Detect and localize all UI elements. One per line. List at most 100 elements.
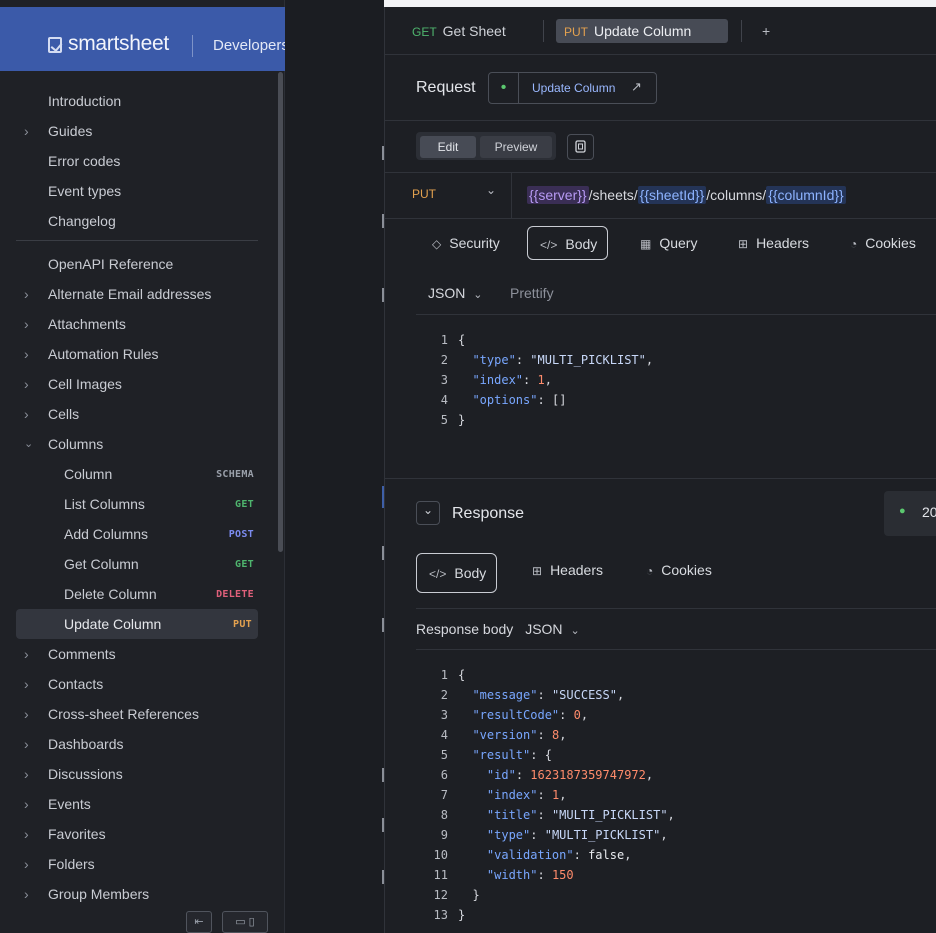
chevron-right-icon: › bbox=[24, 316, 29, 332]
sidebar-item[interactable]: › Comments bbox=[0, 639, 280, 669]
tab-get-sheet[interactable]: GET Get Sheet bbox=[404, 19, 514, 43]
chevron-right-icon: › bbox=[24, 706, 29, 722]
sidebar-item[interactable]: › Attachments bbox=[0, 309, 280, 339]
sidebar-item[interactable]: › Cells bbox=[0, 399, 280, 429]
tab-divider bbox=[543, 20, 544, 42]
brand-name[interactable]: smartsheet bbox=[68, 32, 169, 56]
divider bbox=[416, 314, 936, 315]
method-select[interactable]: PUT ⌄ bbox=[384, 173, 512, 218]
subtab-headers[interactable]: ⊞ Headers bbox=[726, 226, 819, 260]
prettify-button[interactable]: Prettify bbox=[510, 285, 554, 301]
sidebar-item[interactable]: Error codes bbox=[0, 146, 280, 176]
chevron-right-icon: › bbox=[24, 286, 29, 302]
subtab-security[interactable]: ◇ Security bbox=[420, 226, 510, 260]
divider bbox=[416, 608, 936, 609]
code-line: 8 "title": "MULTI_PICKLIST", bbox=[420, 805, 675, 825]
format-select[interactable]: JSON ⌄ bbox=[428, 285, 482, 301]
body-icon: </> bbox=[429, 567, 447, 581]
subtab-label: Headers bbox=[550, 562, 603, 578]
sidebar-item[interactable]: Delete Column DELETE bbox=[0, 579, 280, 609]
sidebar-item[interactable]: › Automation Rules bbox=[0, 339, 280, 369]
sidebar-item-label: Group Members bbox=[48, 886, 150, 902]
code-line: 3 "resultCode": 0, bbox=[420, 705, 675, 725]
code-line: 5} bbox=[420, 410, 653, 430]
sidebar-item[interactable]: ⌄ Columns bbox=[0, 429, 280, 459]
line-number: 3 bbox=[440, 373, 448, 387]
code-text: "width": 150 bbox=[486, 868, 574, 882]
sidebar-item-label: Update Column bbox=[64, 616, 162, 632]
subtab-body[interactable]: </> Body bbox=[527, 226, 609, 260]
preview-button[interactable]: Preview bbox=[480, 136, 552, 158]
tab-update-column[interactable]: PUT Update Column bbox=[556, 19, 728, 43]
response-format-select[interactable]: JSON ⌄ bbox=[525, 621, 580, 637]
code-line: 1{ bbox=[420, 665, 675, 685]
add-tab-button[interactable]: + bbox=[754, 19, 778, 43]
subtab-body[interactable]: </> Body bbox=[416, 553, 498, 593]
sidebar-item[interactable]: Column SCHEMA bbox=[0, 459, 280, 489]
format-label: JSON bbox=[525, 621, 563, 637]
code-text: } bbox=[472, 888, 480, 902]
request-link-pill[interactable]: • Update Column ↗ bbox=[488, 72, 657, 104]
chevron-right-icon: › bbox=[24, 676, 29, 692]
external-link-icon: ↗ bbox=[631, 79, 642, 94]
subtab-cookies[interactable]: ◔ Cookies bbox=[838, 226, 926, 260]
sidebar-item[interactable]: › Contacts bbox=[0, 669, 280, 699]
subtab-cookies[interactable]: ◔ Cookies bbox=[634, 553, 722, 587]
sidebar-item[interactable]: › Discussions bbox=[0, 759, 280, 789]
subtab-headers[interactable]: ⊞ Headers bbox=[520, 553, 613, 587]
sidebar-item[interactable]: List Columns GET bbox=[0, 489, 280, 519]
sidebar-item[interactable]: Changelog bbox=[0, 206, 280, 236]
sidebar-item[interactable]: › Alternate Email addresses bbox=[0, 279, 280, 309]
code-text: "version": 8, bbox=[472, 728, 567, 742]
sidebar-item-label: OpenAPI Reference bbox=[48, 256, 174, 272]
code-text: "resultCode": 0, bbox=[472, 708, 589, 722]
sidebar-item[interactable]: › Events bbox=[0, 789, 280, 819]
sidebar-item-label: Introduction bbox=[48, 93, 122, 109]
sidebar-item[interactable]: › Favorites bbox=[0, 819, 280, 849]
chevron-down-icon: ⌄ bbox=[486, 183, 497, 197]
line-number: 13 bbox=[433, 908, 448, 922]
edit-button[interactable]: Edit bbox=[420, 136, 476, 158]
line-number: 9 bbox=[440, 828, 448, 842]
divider bbox=[416, 649, 936, 650]
smartsheet-logo-icon bbox=[48, 37, 62, 53]
sidebar-item[interactable]: › Group Members bbox=[0, 879, 280, 909]
sidebar-item[interactable]: Update Column PUT bbox=[16, 609, 258, 639]
sidebar-item[interactable]: › Cell Images bbox=[0, 369, 280, 399]
sidebar-item-label: Get Column bbox=[64, 556, 139, 572]
sidebar-item[interactable]: Event types bbox=[0, 176, 280, 206]
layout-toggle-button[interactable]: ▭ ▯ bbox=[222, 911, 268, 933]
sidebar-item-label: Cell Images bbox=[48, 376, 122, 392]
code-line: 7 "index": 1, bbox=[420, 785, 675, 805]
sidebar-item[interactable]: Introduction bbox=[0, 86, 280, 116]
sidebar-item[interactable]: OpenAPI Reference bbox=[0, 249, 280, 279]
line-number: 12 bbox=[433, 888, 448, 902]
url-path-segment: /columns/ bbox=[706, 187, 767, 203]
sidebar-item[interactable]: › Guides bbox=[0, 116, 280, 146]
url-input[interactable]: {{server}}/sheets/{{sheetId}}/columns/{{… bbox=[527, 186, 846, 204]
subtab-label: Security bbox=[449, 235, 500, 251]
edit-preview-toggle: Edit Preview bbox=[416, 132, 556, 160]
method-badge: POST bbox=[228, 529, 254, 540]
sidebar-item-label: Guides bbox=[48, 123, 93, 139]
sidebar-item[interactable]: Get Column GET bbox=[0, 549, 280, 579]
code-line: 6 "id": 1623187359747972, bbox=[420, 765, 675, 785]
sidebar-item[interactable]: › Folders bbox=[0, 849, 280, 879]
copy-button[interactable] bbox=[567, 134, 594, 160]
copy-icon bbox=[575, 140, 586, 153]
chevron-down-icon: ⌄ bbox=[473, 289, 483, 301]
request-body-editor[interactable]: 1{2 "type": "MULTI_PICKLIST", 3 "index": … bbox=[420, 330, 653, 430]
sidebar-item[interactable]: Add Columns POST bbox=[0, 519, 280, 549]
subtab-label: Cookies bbox=[661, 562, 712, 578]
sidebar-item[interactable]: › Dashboards bbox=[0, 729, 280, 759]
sidebar-item[interactable]: › Cross-sheet References bbox=[0, 699, 280, 729]
subtab-query[interactable]: ▦ Query bbox=[628, 226, 707, 260]
chevron-right-icon: › bbox=[24, 376, 29, 392]
collapse-sidebar-button[interactable]: ⇤ bbox=[186, 911, 212, 933]
code-line: 10 "validation": false, bbox=[420, 845, 675, 865]
subtab-label: Cookies bbox=[865, 235, 916, 251]
status-code: 20 bbox=[922, 504, 936, 520]
code-text: } bbox=[458, 908, 466, 922]
response-toggle-button[interactable]: ⌄ bbox=[416, 501, 440, 525]
request-tabs: GET Get Sheet PUT Update Column + bbox=[384, 7, 936, 55]
